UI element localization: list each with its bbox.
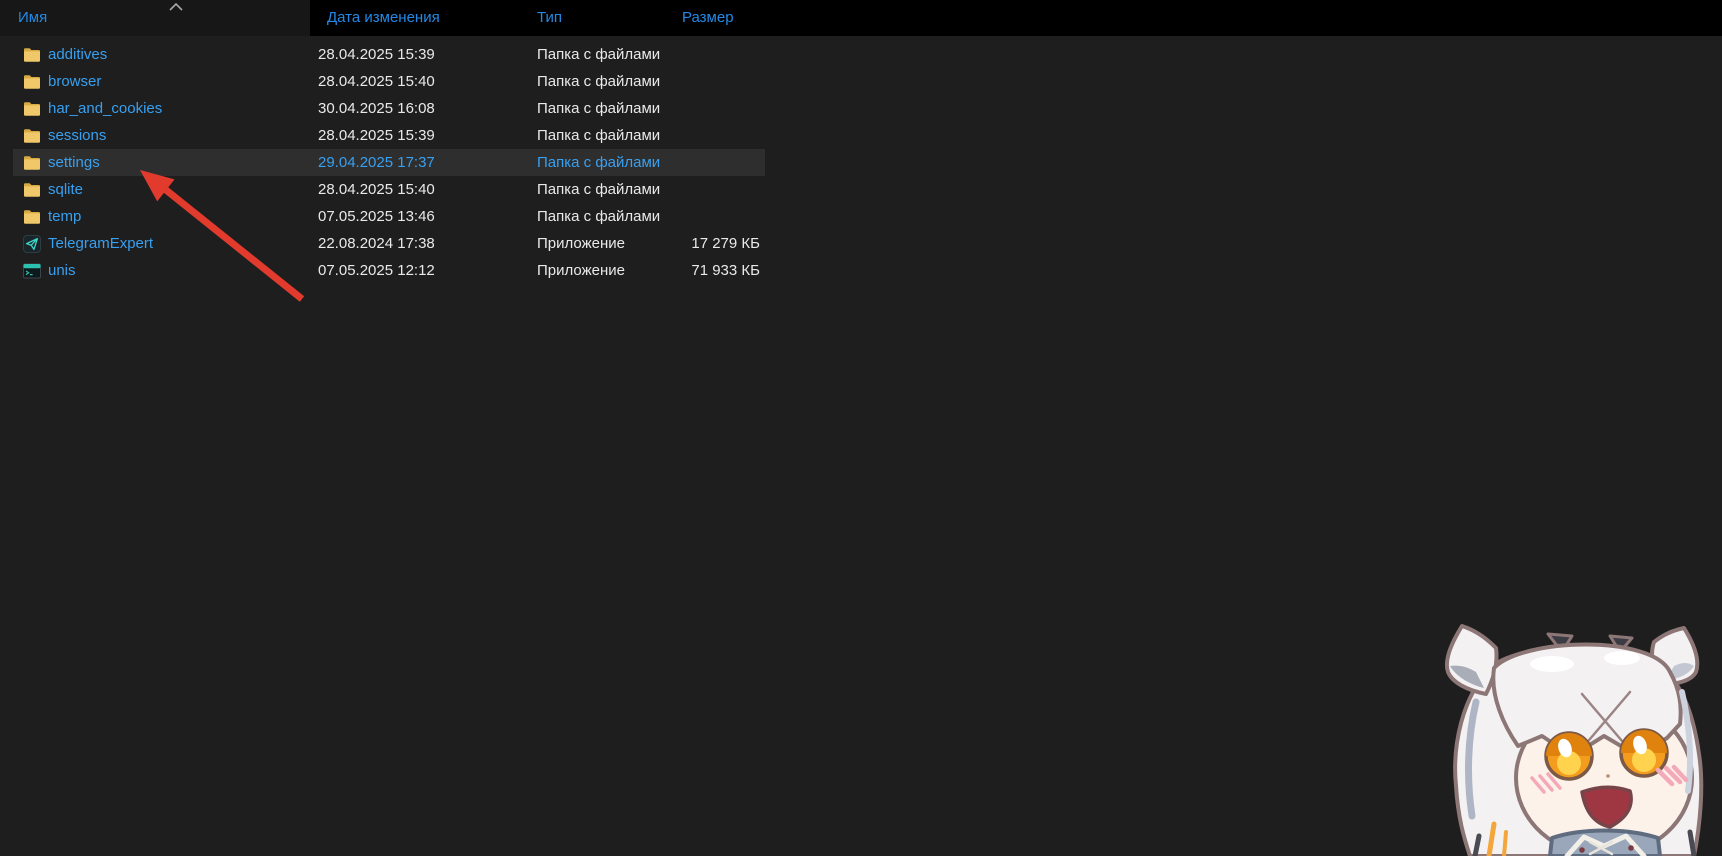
file-date-modified: 29.04.2025 17:37 [318,154,435,171]
file-type: Папка с файлами [537,127,661,144]
file-date-modified: 28.04.2025 15:39 [318,127,435,144]
table-row[interactable]: unis 07.05.2025 12:12 Приложение 71 933 … [13,257,765,284]
file-type: Папка с файлами [537,73,661,90]
file-name[interactable]: unis [48,257,76,284]
table-row[interactable]: TelegramExpert 22.08.2024 17:38 Приложен… [13,230,765,257]
chevron-up-icon [169,3,183,11]
column-header-bar: Имя Дата изменения Тип Размер [0,0,1722,36]
file-explorer-window: Имя Дата изменения Тип Размер additives … [0,0,1722,856]
file-size: 17 279 КБ [691,235,760,252]
console-app-icon [23,262,41,280]
file-size: 71 933 КБ [691,262,760,279]
anime-character-sticker [1445,624,1704,856]
folder-icon [23,73,41,91]
table-row[interactable]: temp 07.05.2025 13:46 Папка с файлами [13,203,765,230]
file-name[interactable]: sessions [48,122,106,149]
table-row[interactable]: har_and_cookies 30.04.2025 16:08 Папка с… [13,95,765,122]
file-name[interactable]: sqlite [48,176,83,203]
file-name[interactable]: TelegramExpert [48,230,153,257]
file-name[interactable]: har_and_cookies [48,95,162,122]
file-name[interactable]: additives [48,41,107,68]
table-row[interactable]: sqlite 28.04.2025 15:40 Папка с файлами [13,176,765,203]
column-header-type[interactable]: Тип [537,0,562,36]
table-row[interactable]: settings 29.04.2025 17:37 Папка с файлам… [13,149,765,176]
file-date-modified: 28.04.2025 15:40 [318,73,435,90]
file-date-modified: 30.04.2025 16:08 [318,100,435,117]
column-header-size[interactable]: Размер [682,0,734,36]
folder-icon [23,46,41,64]
table-row[interactable]: sessions 28.04.2025 15:39 Папка с файлам… [13,122,765,149]
file-list: additives 28.04.2025 15:39 Папка с файла… [13,41,765,284]
column-header-modified[interactable]: Дата изменения [327,0,440,36]
file-type: Папка с файлами [537,100,661,117]
file-date-modified: 07.05.2025 13:46 [318,208,435,225]
table-row[interactable]: additives 28.04.2025 15:39 Папка с файла… [13,41,765,68]
file-type: Папка с файлами [537,208,661,225]
folder-icon [23,154,41,172]
file-type: Папка с файлами [537,181,661,198]
file-date-modified: 28.04.2025 15:40 [318,181,435,198]
table-row[interactable]: browser 28.04.2025 15:40 Папка с файлами [13,68,765,95]
file-date-modified: 22.08.2024 17:38 [318,235,435,252]
file-name[interactable]: settings [48,149,100,176]
folder-icon [23,127,41,145]
file-type: Папка с файлами [537,46,661,63]
column-header-name[interactable]: Имя [18,0,47,36]
file-name[interactable]: temp [48,203,81,230]
folder-icon [23,208,41,226]
telegram-app-icon [23,235,41,253]
folder-icon [23,181,41,199]
file-name[interactable]: browser [48,68,101,95]
file-date-modified: 07.05.2025 12:12 [318,262,435,279]
folder-icon [23,100,41,118]
file-date-modified: 28.04.2025 15:39 [318,46,435,63]
file-type: Папка с файлами [537,154,661,171]
